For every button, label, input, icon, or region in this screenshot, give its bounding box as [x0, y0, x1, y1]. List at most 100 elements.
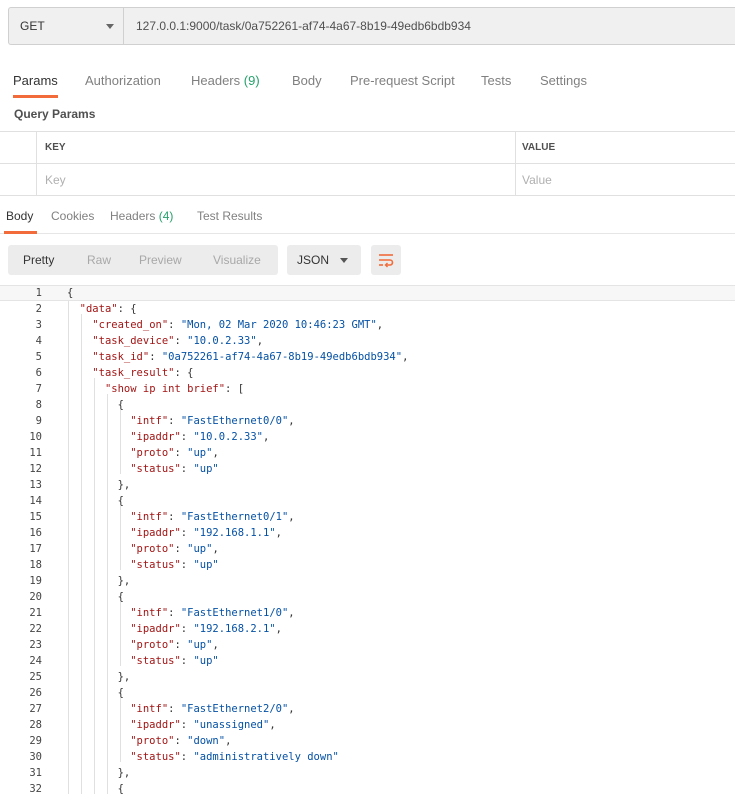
format-select[interactable]: JSON — [287, 245, 361, 275]
code-line: 28 "ipaddr": "unassigned", — [0, 717, 735, 733]
code-line: 32 { — [0, 781, 735, 794]
line-number: 5 — [35, 351, 42, 363]
raw-button[interactable]: Raw — [87, 245, 111, 275]
code-text: "proto": "up", — [130, 447, 219, 459]
code-text: }, — [67, 575, 131, 587]
code-line: 24 "status": "up" — [0, 653, 735, 669]
code-line: 7 "show ip int brief": [ — [0, 381, 735, 397]
wrap-lines-button[interactable] — [371, 245, 401, 275]
preview-button[interactable]: Preview — [139, 245, 182, 275]
line-number: 14 — [29, 495, 42, 507]
request-bar: GET 127.0.0.1:9000/task/0a752261-af74-4a… — [8, 7, 735, 45]
code-line: 3 "created_on": "Mon, 02 Mar 2020 10:46:… — [0, 317, 735, 333]
tab-tests[interactable]: Tests — [481, 64, 511, 98]
tab-settings[interactable]: Settings — [540, 64, 587, 98]
table-row: Key Value — [0, 164, 735, 196]
line-number: 28 — [29, 719, 42, 731]
tab-label: Headers — [110, 209, 156, 223]
line-number: 20 — [29, 591, 42, 603]
tab-params[interactable]: Params — [13, 64, 58, 98]
tab-response-headers[interactable]: Headers (4) — [110, 199, 173, 233]
tab-label: Settings — [540, 73, 587, 88]
tab-response-body[interactable]: Body — [3, 199, 38, 234]
code-line: 8 { — [0, 397, 735, 413]
tab-label: Test Results — [197, 209, 263, 223]
code-text: { — [67, 287, 74, 299]
code-text: "intf": "FastEthernet0/1", — [130, 511, 295, 523]
url-input[interactable]: 127.0.0.1:9000/task/0a752261-af74-4a67-8… — [123, 7, 735, 45]
line-number: 22 — [29, 623, 42, 635]
code-text: "task_result": { — [92, 367, 194, 379]
code-text: { — [67, 687, 124, 699]
code-text: "proto": "down", — [130, 735, 232, 747]
line-number: 17 — [29, 543, 42, 555]
row-handle-cell — [0, 164, 37, 195]
tab-body[interactable]: Body — [292, 64, 322, 98]
tab-label: Authorization — [85, 73, 161, 88]
line-number: 6 — [35, 367, 42, 379]
code-text: "task_device": "10.0.2.33", — [92, 335, 264, 347]
headers-count-badge: (9) — [243, 73, 260, 88]
code-text: "created_on": "Mon, 02 Mar 2020 10:46:23… — [92, 319, 384, 331]
code-line: 31 }, — [0, 765, 735, 781]
code-text: { — [67, 591, 124, 603]
code-text: "ipaddr": "192.168.2.1", — [130, 623, 282, 635]
code-text: }, — [67, 671, 131, 683]
line-number: 27 — [29, 703, 42, 715]
tab-label: Params — [13, 73, 58, 88]
response-body-viewer[interactable]: 1{2 "data": {3 "created_on": "Mon, 02 Ma… — [0, 285, 735, 794]
line-number: 13 — [29, 479, 42, 491]
tab-label: Pre-request Script — [350, 73, 455, 88]
line-number: 18 — [29, 559, 42, 571]
line-number: 21 — [29, 607, 42, 619]
tab-headers[interactable]: Headers (9) — [191, 64, 260, 98]
code-text: "proto": "up", — [130, 639, 219, 651]
code-line: 4 "task_device": "10.0.2.33", — [0, 333, 735, 349]
code-text: "intf": "FastEthernet1/0", — [130, 607, 295, 619]
line-number: 3 — [35, 319, 42, 331]
line-number: 16 — [29, 527, 42, 539]
code-line: 14 { — [0, 493, 735, 509]
chevron-down-icon — [340, 258, 348, 263]
code-line: 19 }, — [0, 573, 735, 589]
visualize-button[interactable]: Visualize — [213, 245, 261, 275]
code-line: 12 "status": "up" — [0, 461, 735, 477]
code-text: "data": { — [79, 303, 137, 315]
code-text: "show ip int brief": [ — [104, 383, 245, 395]
code-text: { — [67, 399, 124, 411]
key-input[interactable]: Key — [37, 164, 516, 195]
code-line: 13 }, — [0, 477, 735, 493]
line-number: 12 — [29, 463, 42, 475]
code-line: 30 "status": "administratively down" — [0, 749, 735, 765]
code-line: 21 "intf": "FastEthernet1/0", — [0, 605, 735, 621]
key-column-header: KEY — [37, 132, 516, 163]
code-line: 11 "proto": "up", — [0, 445, 735, 461]
code-text: "intf": "FastEthernet2/0", — [130, 703, 295, 715]
tab-test-results[interactable]: Test Results — [197, 199, 262, 233]
method-select[interactable]: GET — [8, 7, 123, 45]
code-line: 2 "data": { — [0, 301, 735, 317]
code-line: 22 "ipaddr": "192.168.2.1", — [0, 621, 735, 637]
value-input[interactable]: Value — [516, 164, 735, 195]
query-params-table: KEY VALUE Key Value — [0, 131, 735, 196]
line-number: 30 — [29, 751, 42, 763]
code-text: "proto": "up", — [130, 543, 219, 555]
code-text: { — [67, 783, 124, 794]
pretty-button[interactable]: Pretty — [23, 245, 54, 275]
line-number: 32 — [29, 783, 42, 794]
method-label: GET — [20, 19, 45, 33]
code-text: "ipaddr": "10.0.2.33", — [130, 431, 270, 443]
code-line: 26 { — [0, 685, 735, 701]
tab-cookies[interactable]: Cookies — [51, 199, 94, 233]
tab-label: Tests — [481, 73, 512, 88]
code-line: 1{ — [0, 285, 735, 301]
table-header-row: KEY VALUE — [0, 132, 735, 164]
tab-pre-request-script[interactable]: Pre-request Script — [350, 64, 455, 98]
tab-authorization[interactable]: Authorization — [85, 64, 161, 98]
code-text: "ipaddr": "unassigned", — [130, 719, 276, 731]
code-text: "task_id": "0a752261-af74-4a67-8b19-49ed… — [92, 351, 409, 363]
request-tabs: Params Authorization Headers (9) Body Pr… — [0, 64, 735, 98]
code-text: { — [67, 495, 124, 507]
line-number: 1 — [35, 287, 42, 299]
line-number: 31 — [29, 767, 42, 779]
